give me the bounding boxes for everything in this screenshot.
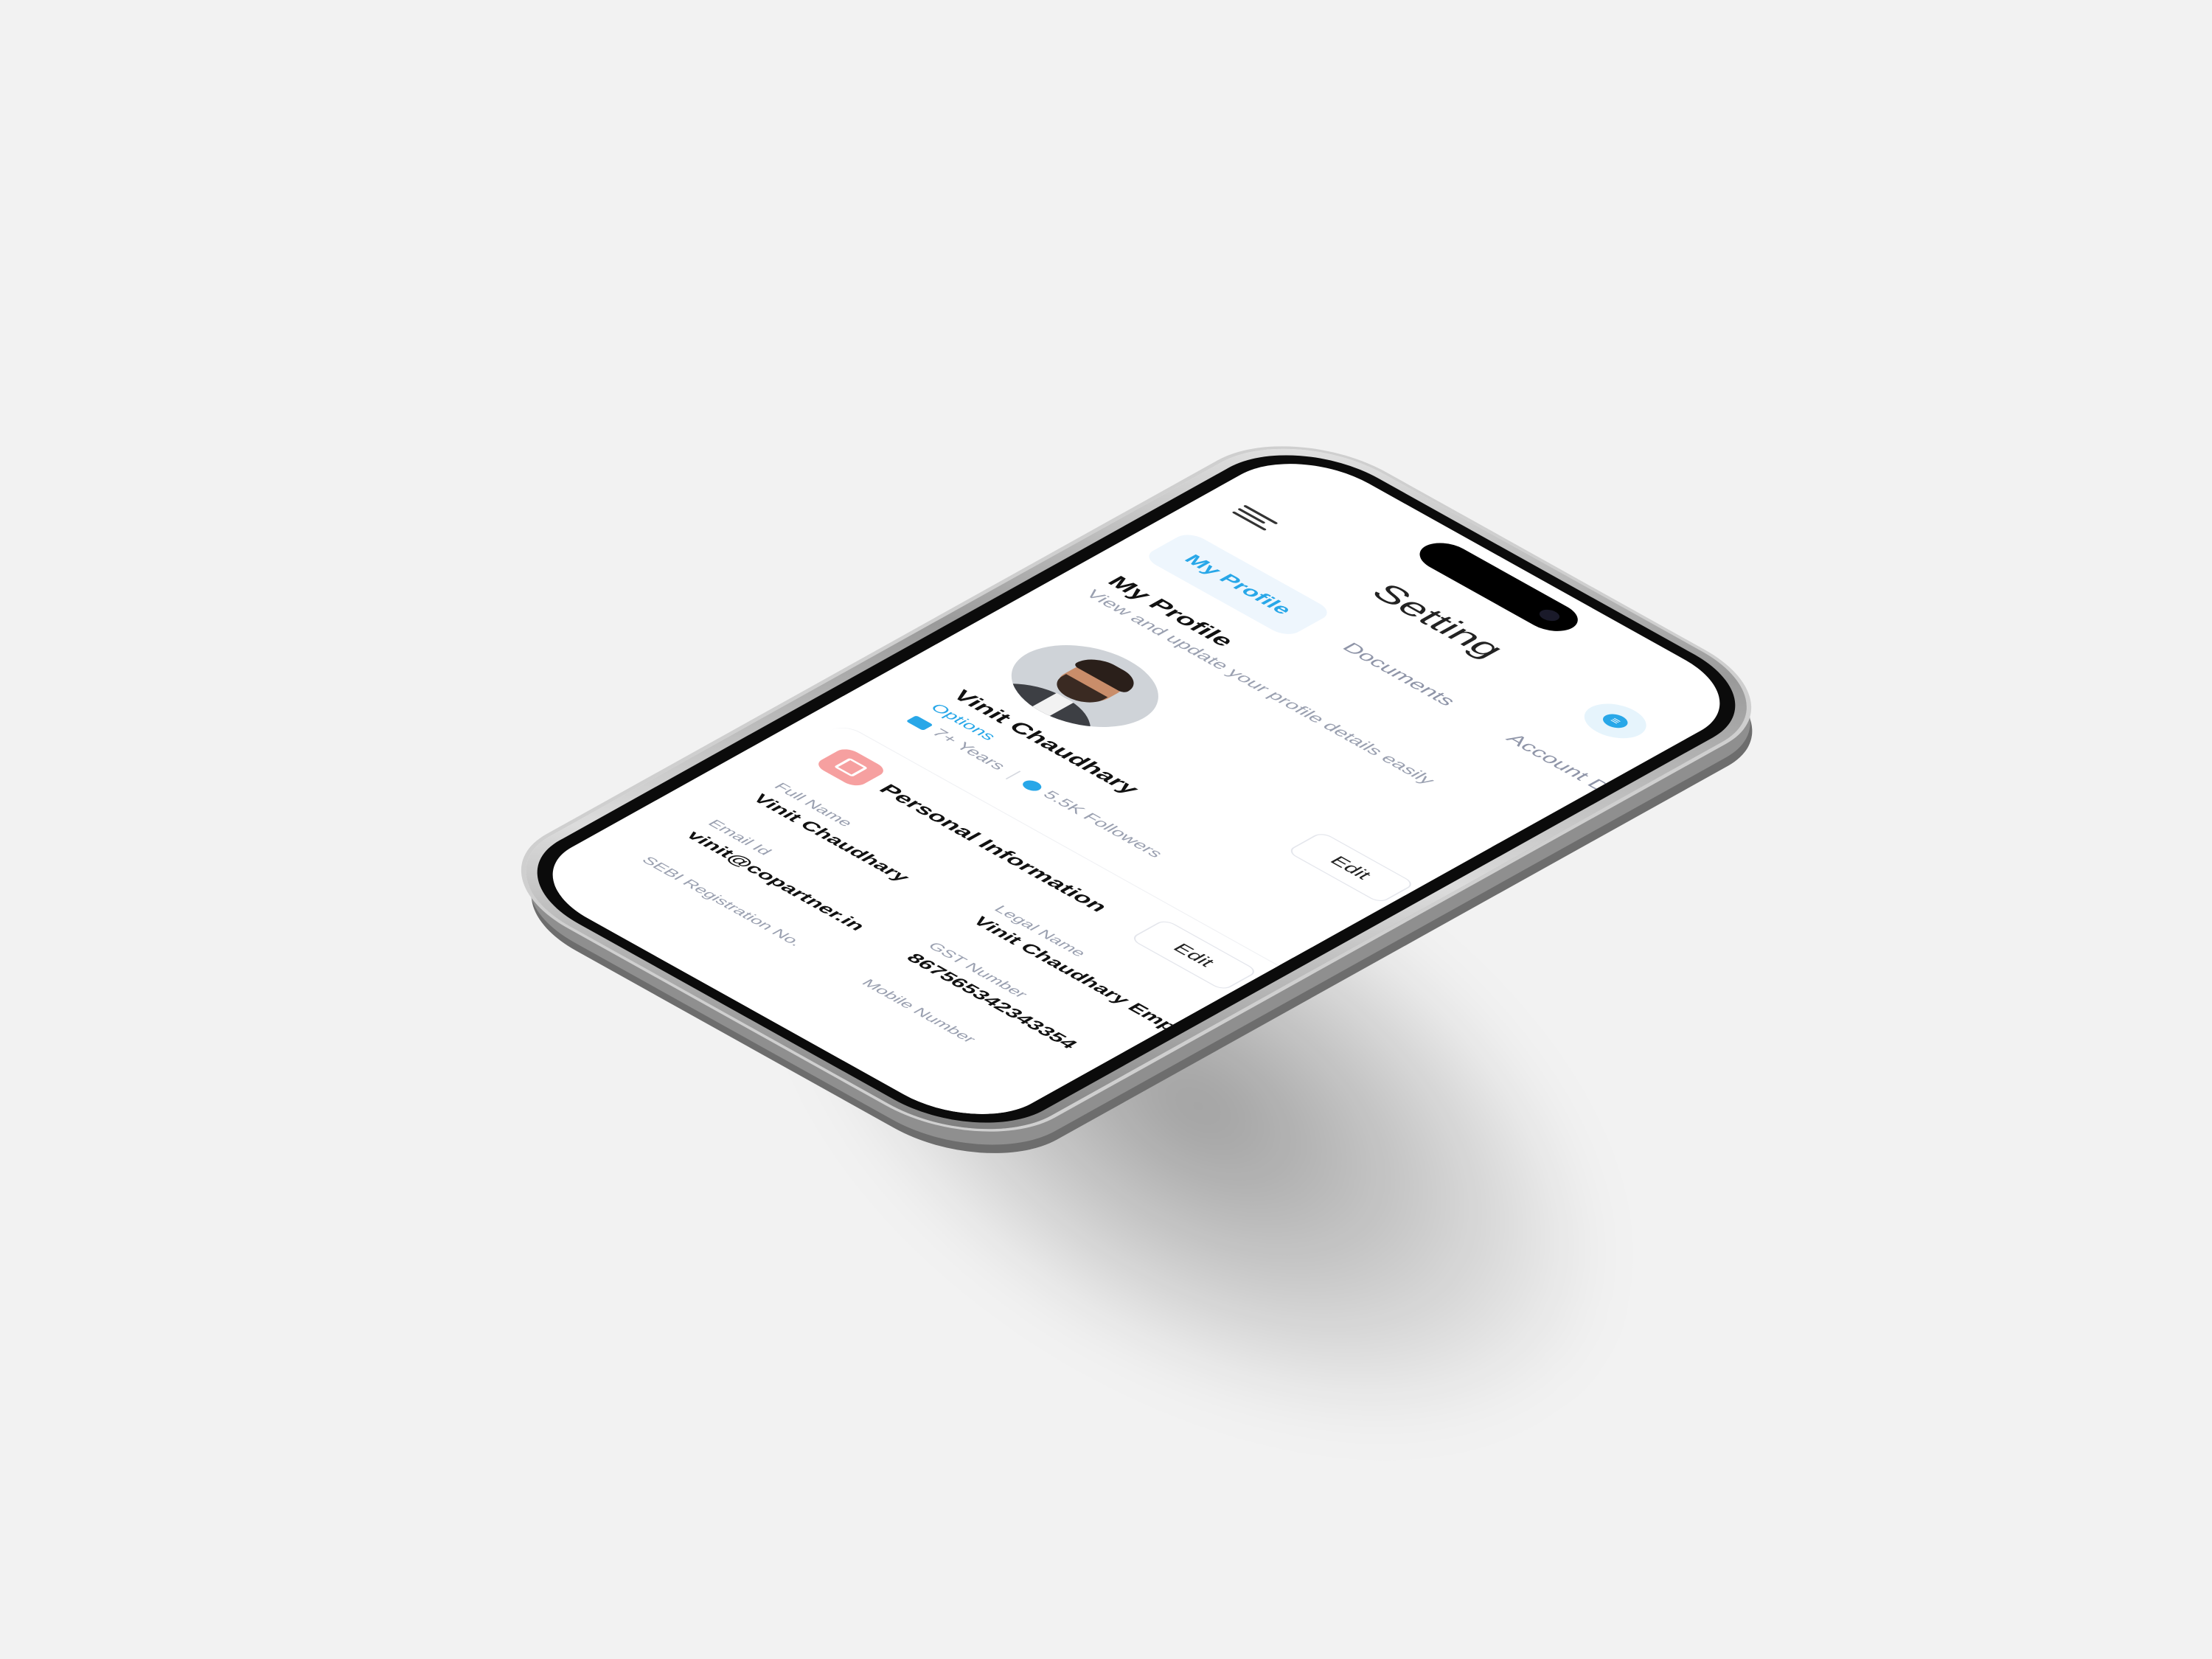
phone-device: Setting ≡ My ProfileDocumentsAccount De … xyxy=(479,422,1794,1155)
graduation-cap-icon xyxy=(905,715,934,731)
followers-icon xyxy=(1019,778,1046,793)
device-mockup-scene: Setting ≡ My ProfileDocumentsAccount De … xyxy=(0,0,2212,1659)
edit-personal-info-button[interactable]: Edit xyxy=(1129,918,1259,992)
edit-profile-button[interactable]: Edit xyxy=(1286,831,1416,904)
front-camera xyxy=(1535,607,1564,624)
phone-screen: Setting ≡ My ProfileDocumentsAccount De … xyxy=(515,443,1757,1135)
meta-divider xyxy=(1005,771,1021,779)
chat-bubble-icon: ≡ xyxy=(1598,711,1633,731)
personal-info-header: Personal Information xyxy=(813,746,1113,914)
id-card-icon xyxy=(813,746,889,789)
